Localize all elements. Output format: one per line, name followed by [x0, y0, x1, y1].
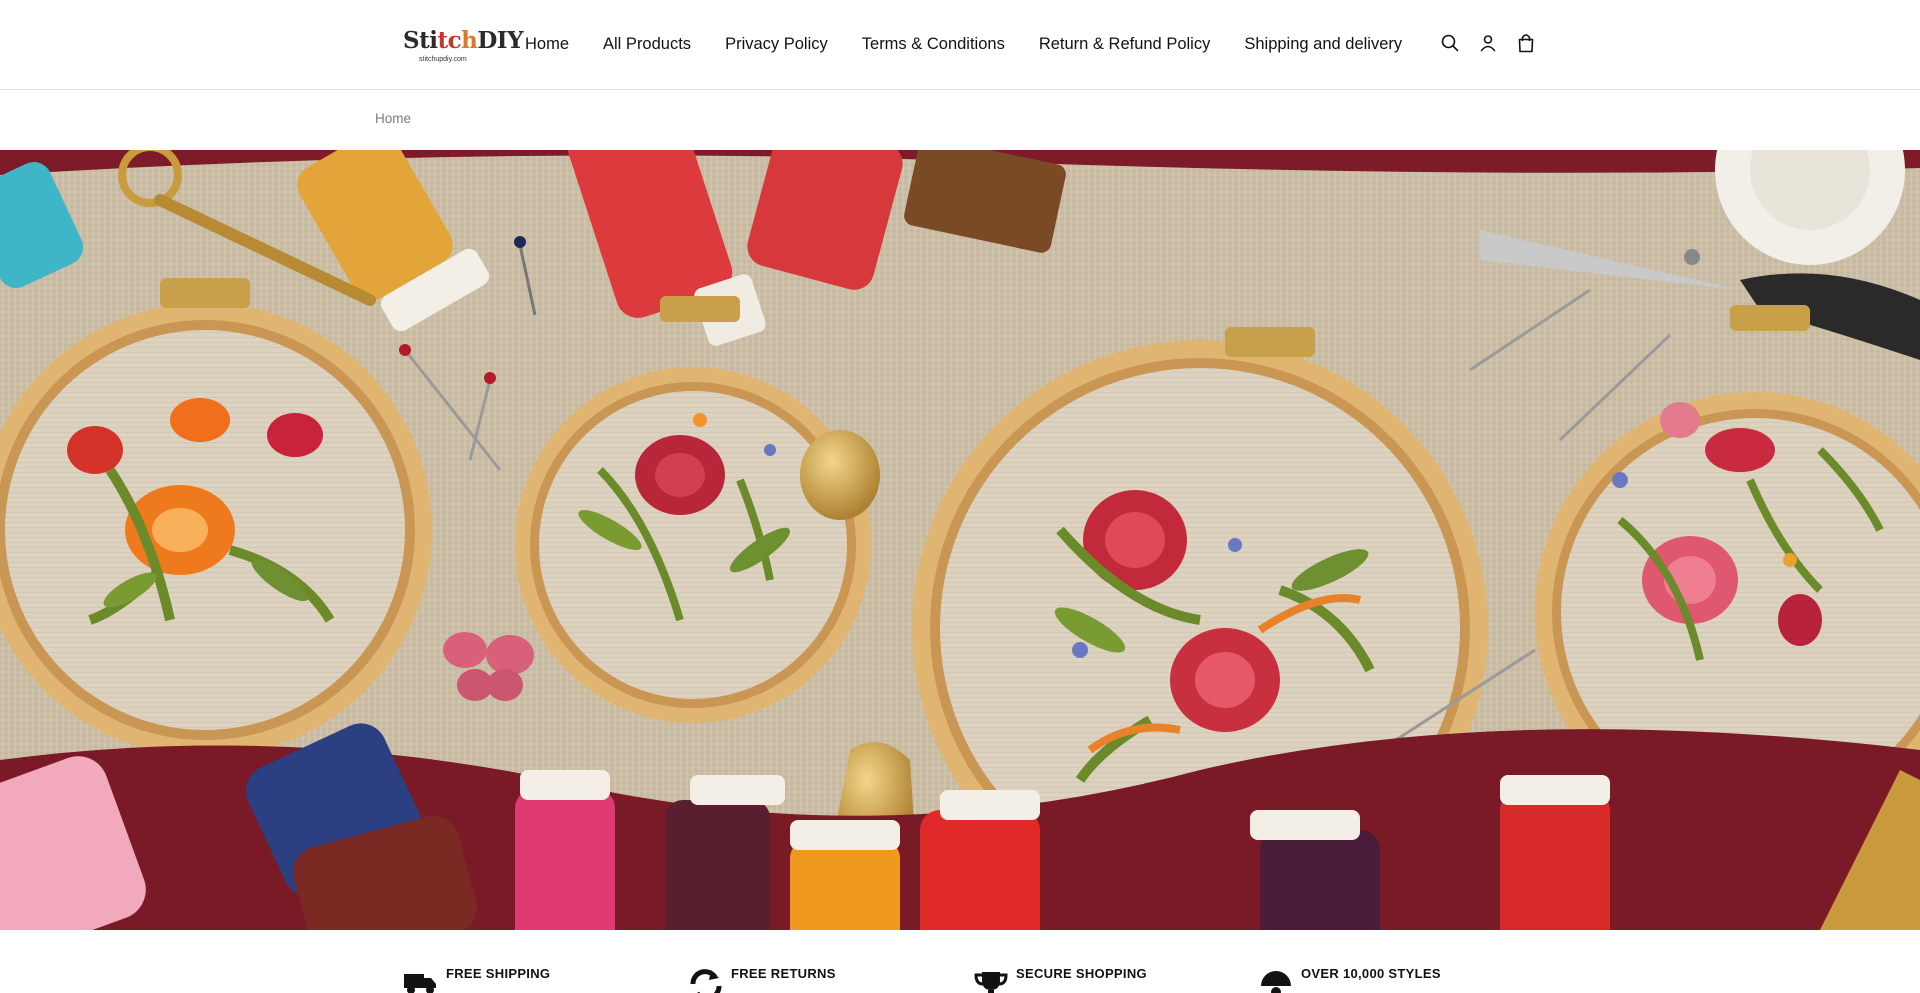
breadcrumb-home[interactable]: Home [375, 111, 411, 126]
site-header: StitchDIY stitchupdiy.com Home All Produ… [0, 0, 1920, 90]
trophy-icon [974, 968, 1008, 993]
styles-icon [1259, 968, 1293, 993]
nav-shipping-delivery[interactable]: Shipping and delivery [1244, 33, 1402, 55]
features-bar: FREE SHIPPING FREE RETURNS SECURE SHOPPI… [0, 930, 1920, 993]
feature-title: FREE RETURNS [731, 966, 836, 981]
brand-wordmark: StitchDIY [403, 27, 523, 54]
breadcrumb: Home [375, 111, 411, 126]
nav-privacy-policy[interactable]: Privacy Policy [725, 33, 828, 55]
feature-title: FREE SHIPPING [446, 966, 551, 981]
nav-return-refund-policy[interactable]: Return & Refund Policy [1039, 33, 1211, 55]
returns-icon [689, 968, 723, 993]
feature-title: OVER 10,000 STYLES [1301, 966, 1441, 981]
header-icons [1440, 32, 1536, 54]
account-icon[interactable] [1478, 32, 1498, 54]
search-icon[interactable] [1440, 32, 1460, 54]
cart-icon[interactable] [1516, 32, 1536, 54]
nav-terms-conditions[interactable]: Terms & Conditions [862, 33, 1005, 55]
hero-banner [0, 150, 1920, 930]
main-nav: Home All Products Privacy Policy Terms &… [525, 33, 1402, 55]
feature-title: SECURE SHOPPING [1016, 966, 1147, 981]
truck-icon [400, 968, 438, 993]
thimble-top [800, 430, 880, 520]
nav-home[interactable]: Home [525, 33, 569, 55]
brand-logo[interactable]: StitchDIY stitchupdiy.com [403, 27, 523, 67]
brand-domain: stitchupdiy.com [419, 56, 467, 63]
hero-image [0, 150, 1920, 930]
nav-all-products[interactable]: All Products [603, 33, 691, 55]
